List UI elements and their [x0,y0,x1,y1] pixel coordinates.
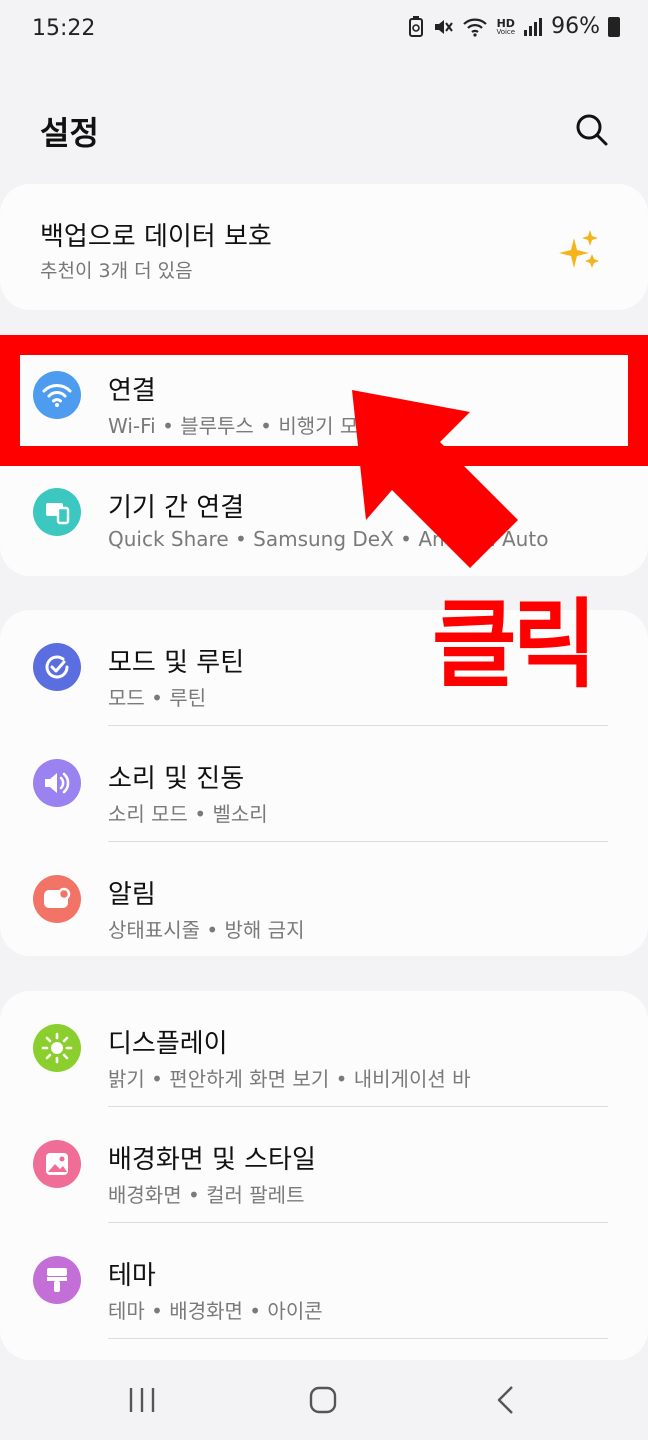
recents-button[interactable] [118,1380,166,1420]
volume-icon [33,759,81,807]
settings-item-notifications[interactable]: 알림 상태표시줄 • 방해 금지 [0,842,648,958]
item-title: 배경화면 및 스타일 [108,1145,316,1175]
item-subtitle: 모드 • 루틴 [108,686,207,710]
search-button[interactable] [572,110,612,150]
search-icon [576,114,608,146]
settings-group-connections: 연결 Wi-Fi • 블루투스 • 비행기 모드 기기 간 연결 Quick S… [0,338,648,576]
item-subtitle: 배경화면 • 컬러 팔레트 [108,1183,305,1207]
home-button[interactable] [299,1380,347,1420]
backup-subtitle: 추천이 3개 더 있음 [40,260,193,282]
battery-icon [608,16,620,37]
devices-icon [33,488,81,536]
recents-icon [129,1388,155,1412]
item-title: 테마 [108,1261,156,1291]
wifi-icon [33,371,81,419]
settings-item-sound-vibration[interactable]: 소리 및 진동 소리 모드 • 벨소리 [0,726,648,842]
item-subtitle: 밝기 • 편안하게 화면 보기 • 내비게이션 바 [108,1067,471,1091]
item-title: 기기 간 연결 [108,493,245,523]
divider [108,1338,608,1339]
voice-label: Voice [496,27,516,36]
settings-item-connections[interactable]: 연결 Wi-Fi • 블루투스 • 비행기 모드 [0,338,648,454]
back-icon [497,1386,513,1414]
item-subtitle: Quick Share • Samsung DeX • Android Auto [108,527,549,551]
battery-saver-icon [409,15,424,37]
item-subtitle: 테마 • 배경화면 • 아이콘 [108,1299,323,1323]
battery-percent: 96% [551,14,600,39]
settings-group-display: 디스플레이 밝기 • 편안하게 화면 보기 • 내비게이션 바 배경화면 및 스… [0,991,648,1360]
settings-item-wallpaper-style[interactable]: 배경화면 및 스타일 배경화면 • 컬러 팔레트 [0,1107,648,1223]
back-button[interactable] [482,1380,530,1420]
settings-item-display[interactable]: 디스플레이 밝기 • 편안하게 화면 보기 • 내비게이션 바 [0,991,648,1107]
status-bar: 15:22 HD Voice 96% [0,0,648,58]
settings-item-themes[interactable]: 테마 테마 • 배경화면 • 아이콘 [0,1223,648,1339]
brightness-icon [33,1024,81,1072]
home-icon [309,1386,337,1414]
mute-icon [435,19,454,34]
routine-icon [33,643,81,691]
hd-label: HD [496,16,515,30]
status-time: 15:22 [32,16,96,41]
signal-icon [524,17,543,36]
item-subtitle: 상태표시줄 • 방해 금지 [108,918,305,942]
click-annotation: 클릭 [432,588,597,702]
navigation-bar [0,1360,648,1440]
status-icons: HD Voice 96% [408,14,620,39]
wallpaper-icon [33,1140,81,1188]
item-title: 모드 및 루틴 [108,648,245,678]
page-title: 설정 [40,114,99,152]
backup-title: 백업으로 데이터 보호 [40,222,272,252]
settings-item-connected-devices[interactable]: 기기 간 연결 Quick Share • Samsung DeX • Andr… [0,455,648,571]
item-subtitle: Wi-Fi • 블루투스 • 비행기 모드 [108,414,377,438]
item-title: 소리 및 진동 [108,764,245,794]
hd-voice-indicator: HD Voice [496,18,515,36]
wifi-status-icon [463,18,488,37]
item-title: 디스플레이 [108,1029,228,1059]
notification-icon [33,875,81,923]
item-title: 연결 [108,376,156,406]
sparkle-icon [559,230,599,268]
backup-suggestion-card[interactable]: 백업으로 데이터 보호 추천이 3개 더 있음 [0,184,648,310]
theme-icon [33,1256,81,1304]
item-title: 알림 [108,880,156,910]
item-subtitle: 소리 모드 • 벨소리 [108,802,268,826]
